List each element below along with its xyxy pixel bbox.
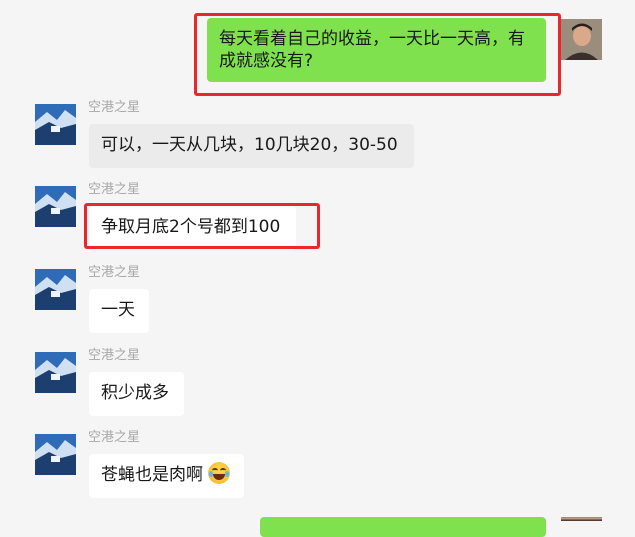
message-text: 一天 [101, 300, 135, 320]
message-bubble[interactable]: 可以，一天从几块，10几块20，30-50 [89, 124, 414, 168]
contact-avatar[interactable] [35, 186, 76, 227]
self-avatar[interactable] [561, 517, 602, 521]
message-bubble[interactable]: 苍蝇也是肉啊 [89, 454, 244, 498]
sender-name: 空港之星 [88, 348, 141, 363]
contact-avatar[interactable] [35, 434, 76, 475]
message-bubble-outgoing-partial[interactable] [260, 517, 546, 537]
sender-name: 空港之星 [88, 182, 141, 197]
message-bubble[interactable]: 积少成多 [89, 372, 184, 416]
sender-name: 空港之星 [88, 100, 141, 115]
contact-avatar[interactable] [35, 352, 76, 393]
message-bubble[interactable]: 一天 [89, 289, 149, 333]
sender-name: 空港之星 [88, 265, 141, 280]
message-text: 可以，一天从几块，10几块20，30-50 [101, 135, 398, 155]
message-text: 苍蝇也是肉啊 [101, 465, 203, 485]
highlight-box [194, 13, 561, 96]
contact-avatar[interactable] [35, 269, 76, 310]
highlight-box [84, 203, 320, 249]
tears-of-joy-emoji-icon [208, 462, 231, 484]
chat-window: { "messages": [ {"sender": "", "text": "… [0, 0, 635, 537]
message-text: 积少成多 [101, 383, 169, 403]
contact-avatar[interactable] [35, 104, 76, 145]
sender-name: 空港之星 [88, 430, 141, 445]
self-avatar[interactable] [561, 19, 602, 60]
